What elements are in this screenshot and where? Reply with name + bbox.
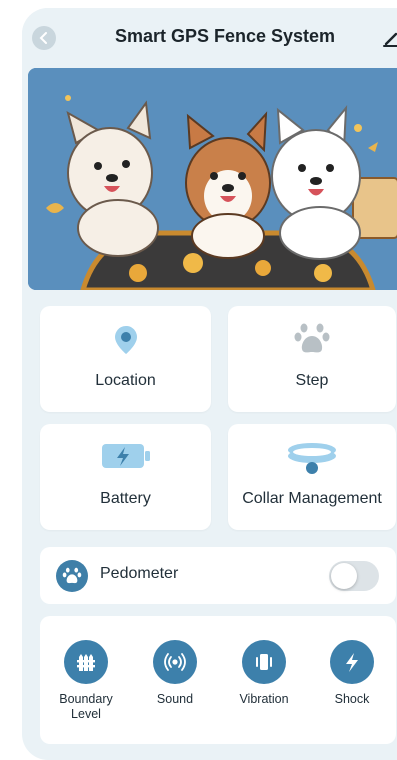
toggle-knob — [331, 563, 357, 589]
vibration-label: Vibration — [239, 692, 289, 706]
correction-modes: Boundary Level Sound Vibration Shock — [40, 616, 396, 744]
paw-icon — [294, 323, 330, 353]
collar-management-label: Collar Management — [242, 490, 382, 507]
step-label: Step — [295, 372, 329, 389]
shock-button[interactable]: Shock — [314, 640, 390, 707]
paw-icon — [56, 560, 88, 592]
location-label: Location — [95, 372, 156, 389]
battery-label: Battery — [100, 490, 151, 507]
app-screen: Smart GPS Fence System Location Step Bat… — [22, 8, 397, 760]
location-card[interactable]: Location — [40, 306, 211, 412]
collar-management-card[interactable]: Collar Management — [228, 424, 396, 530]
back-button[interactable] — [32, 26, 56, 50]
chevron-left-icon — [39, 32, 47, 44]
boundary-level-button[interactable]: Boundary Level — [48, 640, 124, 722]
shock-label: Shock — [334, 692, 370, 706]
edit-icon[interactable] — [382, 28, 397, 48]
sound-label: Sound — [156, 692, 194, 706]
pedometer-toggle[interactable] — [329, 561, 379, 591]
fence-icon — [77, 654, 95, 671]
pedometer-row: Pedometer — [40, 547, 396, 604]
battery-icon — [101, 444, 150, 468]
dogs-illustration — [28, 68, 397, 290]
vibration-icon — [256, 654, 272, 670]
boundary-level-label: Boundary Level — [59, 692, 113, 721]
header: Smart GPS Fence System — [22, 8, 397, 68]
lightning-icon — [346, 653, 358, 672]
sound-icon — [164, 653, 186, 671]
sound-button[interactable]: Sound — [137, 640, 213, 707]
vibration-button[interactable]: Vibration — [226, 640, 302, 707]
battery-card[interactable]: Battery — [40, 424, 211, 530]
step-card[interactable]: Step — [228, 306, 396, 412]
pedometer-label: Pedometer — [100, 565, 179, 582]
page-title: Smart GPS Fence System — [114, 26, 336, 46]
banner-image — [28, 68, 397, 290]
collar-icon — [288, 443, 336, 474]
location-pin-icon — [114, 326, 137, 354]
